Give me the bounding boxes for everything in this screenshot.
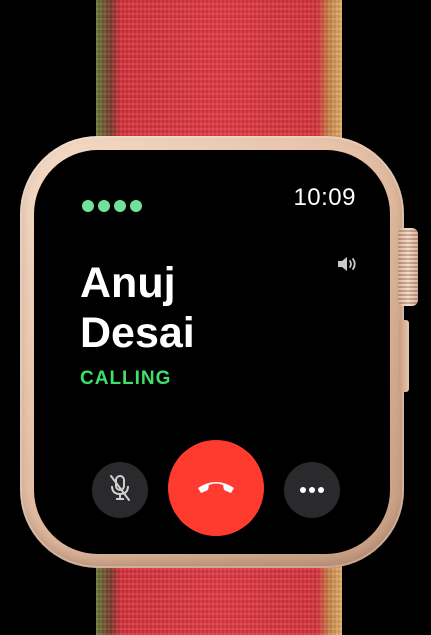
speaker-volume-icon[interactable] <box>336 254 362 279</box>
clock-time: 10:09 <box>293 184 356 211</box>
cellular-signal-indicator <box>82 200 142 212</box>
signal-dot <box>114 200 126 212</box>
microphone-slash-icon <box>106 473 134 508</box>
more-options-button[interactable] <box>284 462 340 518</box>
watch-band-top <box>96 0 342 150</box>
caller-first-name: Anuj <box>80 259 176 307</box>
call-status: CALLING <box>80 368 172 389</box>
side-button[interactable] <box>399 320 409 392</box>
signal-dot <box>98 200 110 212</box>
caller-last-name: Desai <box>80 309 195 357</box>
phone-hangup-icon <box>195 476 237 501</box>
mute-button[interactable] <box>92 462 148 518</box>
ellipsis-icon <box>299 481 325 499</box>
digital-crown[interactable] <box>398 228 418 306</box>
end-call-button[interactable] <box>168 440 264 536</box>
signal-dot <box>82 200 94 212</box>
caller-name: Anuj Desai <box>80 258 195 358</box>
signal-dot <box>130 200 142 212</box>
watch-screen: 10:09 Anuj Desai CALLING <box>34 150 390 554</box>
